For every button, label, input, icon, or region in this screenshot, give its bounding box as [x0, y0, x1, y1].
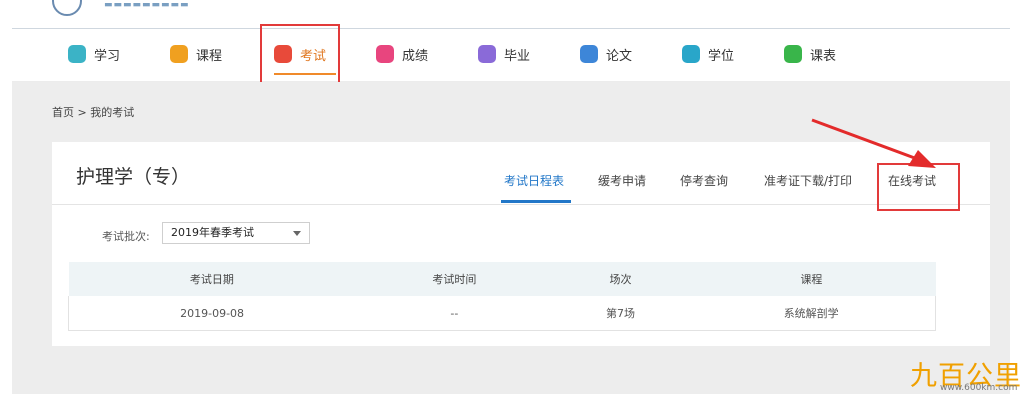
cell-course: 系统解剖学 [687, 296, 937, 331]
nav-item-label: 成绩 [402, 48, 429, 64]
nav-item-label: 毕业 [504, 48, 531, 64]
book-icon [68, 45, 86, 63]
chevron-down-icon [293, 231, 301, 236]
calendar-icon [784, 45, 802, 63]
table-header-row: 考试日期 考试时间 场次 课程 [68, 262, 936, 296]
university-logo-text: ▬▬▬▬▬▬▬▬▬ [104, 0, 190, 10]
bag-icon [170, 45, 188, 63]
column-header-course: 课程 [687, 262, 936, 296]
exam-nav-highlight-box [260, 24, 340, 84]
nav-item-label: 课表 [810, 48, 837, 64]
tab-suspension-query[interactable]: 停考查询 [680, 172, 728, 189]
nav-item-study[interactable]: 学习 [68, 43, 120, 65]
nav-item-courses[interactable]: 课程 [170, 43, 222, 65]
active-tab-indicator [501, 200, 571, 203]
nav-item-label: 学习 [94, 48, 121, 64]
column-header-date: 考试日期 [68, 262, 356, 296]
cell-date: 2019-09-08 [68, 296, 356, 331]
report-icon [376, 45, 394, 63]
graduation-icon [478, 45, 496, 63]
main-nav: 学习 课程 考试 成绩 毕业 论文 学位 课表 [12, 29, 1010, 82]
university-logo-icon [52, 0, 82, 16]
thesis-icon [580, 45, 598, 63]
exam-schedule-table: 考试日期 考试时间 场次 课程 2019-09-08 -- 第7场 系统解剖学 [68, 262, 937, 331]
cell-session: 第7场 [553, 296, 688, 331]
card-divider [52, 204, 990, 205]
tab-exam-schedule[interactable]: 考试日程表 [504, 172, 564, 189]
tab-deferral-application[interactable]: 缓考申请 [598, 172, 646, 189]
cell-time: -- [355, 296, 554, 331]
exam-batch-value: 2019年春季考试 [171, 226, 254, 239]
page-title: 护理学（专） [76, 166, 191, 188]
column-header-time: 考试时间 [355, 262, 554, 296]
breadcrumb: 首页 > 我的考试 [52, 106, 135, 119]
nav-item-label: 论文 [606, 48, 633, 64]
nav-item-degree[interactable]: 学位 [682, 43, 734, 65]
nav-item-timetable[interactable]: 课表 [784, 43, 836, 65]
red-arrow-icon [811, 118, 936, 168]
table-row: 2019-09-08 -- 第7场 系统解剖学 [68, 296, 937, 331]
mortarboard-icon [682, 45, 700, 63]
nav-item-grades[interactable]: 成绩 [376, 43, 428, 65]
exam-batch-label: 考试批次: [102, 230, 150, 243]
nav-item-thesis[interactable]: 论文 [580, 43, 632, 65]
exam-batch-select[interactable]: 2019年春季考试 [162, 222, 310, 244]
column-header-session: 场次 [553, 262, 688, 296]
watermark-url: www.600km.com [940, 383, 1018, 393]
nav-item-graduation[interactable]: 毕业 [478, 43, 530, 65]
logo-strip: ▬▬▬▬▬▬▬▬▬ [0, 0, 1022, 28]
nav-item-label: 课程 [196, 48, 223, 64]
nav-item-label: 学位 [708, 48, 735, 64]
